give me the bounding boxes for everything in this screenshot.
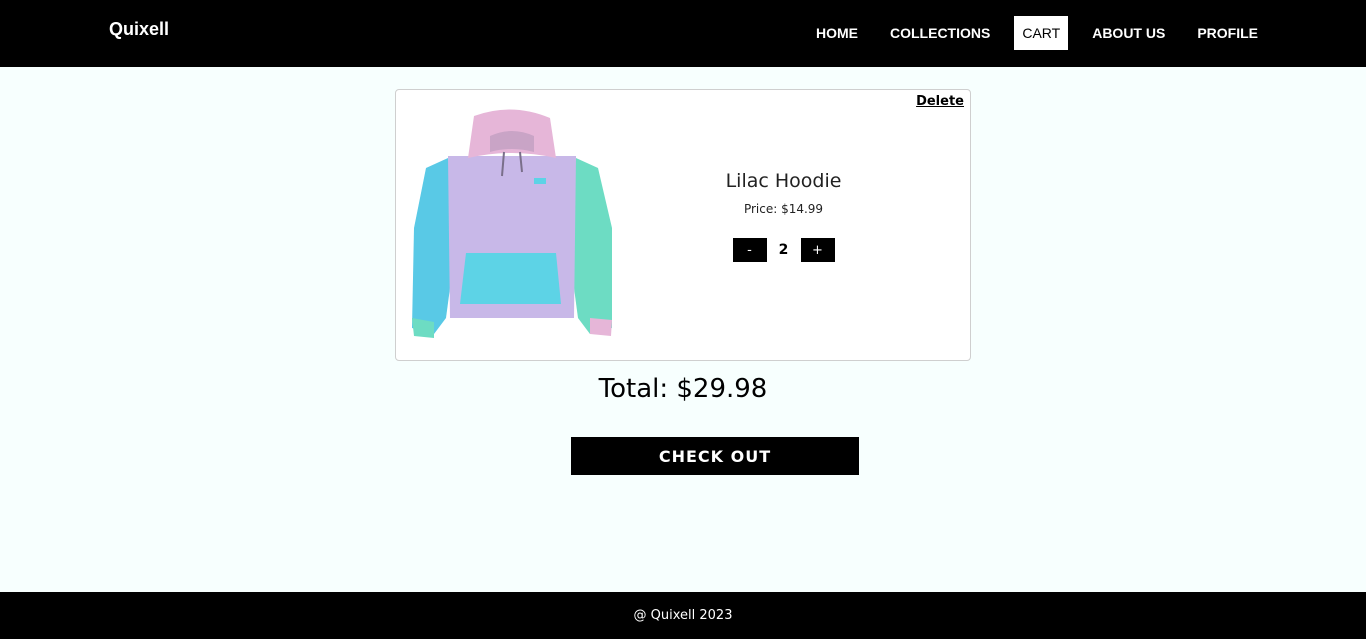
nav-cart[interactable]: CART xyxy=(1014,16,1069,50)
nav-collections[interactable]: COLLECTIONS xyxy=(882,16,998,50)
nav-home[interactable]: HOME xyxy=(808,16,866,50)
hoodie-chest-badge xyxy=(534,178,546,184)
hoodie-right-cuff xyxy=(590,318,612,336)
hoodie-pocket xyxy=(460,253,561,304)
product-info: Lilac Hoodie Price: $14.99 - 2 + xyxy=(696,170,871,262)
hoodie-hood-opening xyxy=(490,131,534,152)
quantity-stepper: - 2 + xyxy=(696,238,871,262)
checkout-button[interactable]: CHECK OUT xyxy=(571,437,859,475)
delete-button[interactable]: Delete xyxy=(916,94,964,109)
footer-text: @ Quixell 2023 xyxy=(633,608,733,623)
cart-total: Total: $29.98 xyxy=(598,374,768,404)
decrement-button[interactable]: - xyxy=(732,238,767,262)
nav-profile[interactable]: PROFILE xyxy=(1189,16,1266,50)
nav-about-us[interactable]: ABOUT US xyxy=(1084,16,1173,50)
navbar: Quixell HOME COLLECTIONS CART ABOUT US P… xyxy=(0,0,1366,67)
brand-logo[interactable]: Quixell xyxy=(109,19,169,40)
footer: @ Quixell 2023 xyxy=(0,592,1366,639)
product-price: Price: $14.99 xyxy=(743,202,824,216)
hoodie-image xyxy=(412,109,612,338)
product-name: Lilac Hoodie xyxy=(725,170,842,192)
quantity-value: 2 xyxy=(778,242,789,258)
cart-item-card: Delete Lilac Hoodie Price: $14.99 - 2 + xyxy=(395,89,971,361)
nav-links: HOME COLLECTIONS CART ABOUT US PROFILE xyxy=(792,16,1266,50)
increment-button[interactable]: + xyxy=(800,238,835,262)
